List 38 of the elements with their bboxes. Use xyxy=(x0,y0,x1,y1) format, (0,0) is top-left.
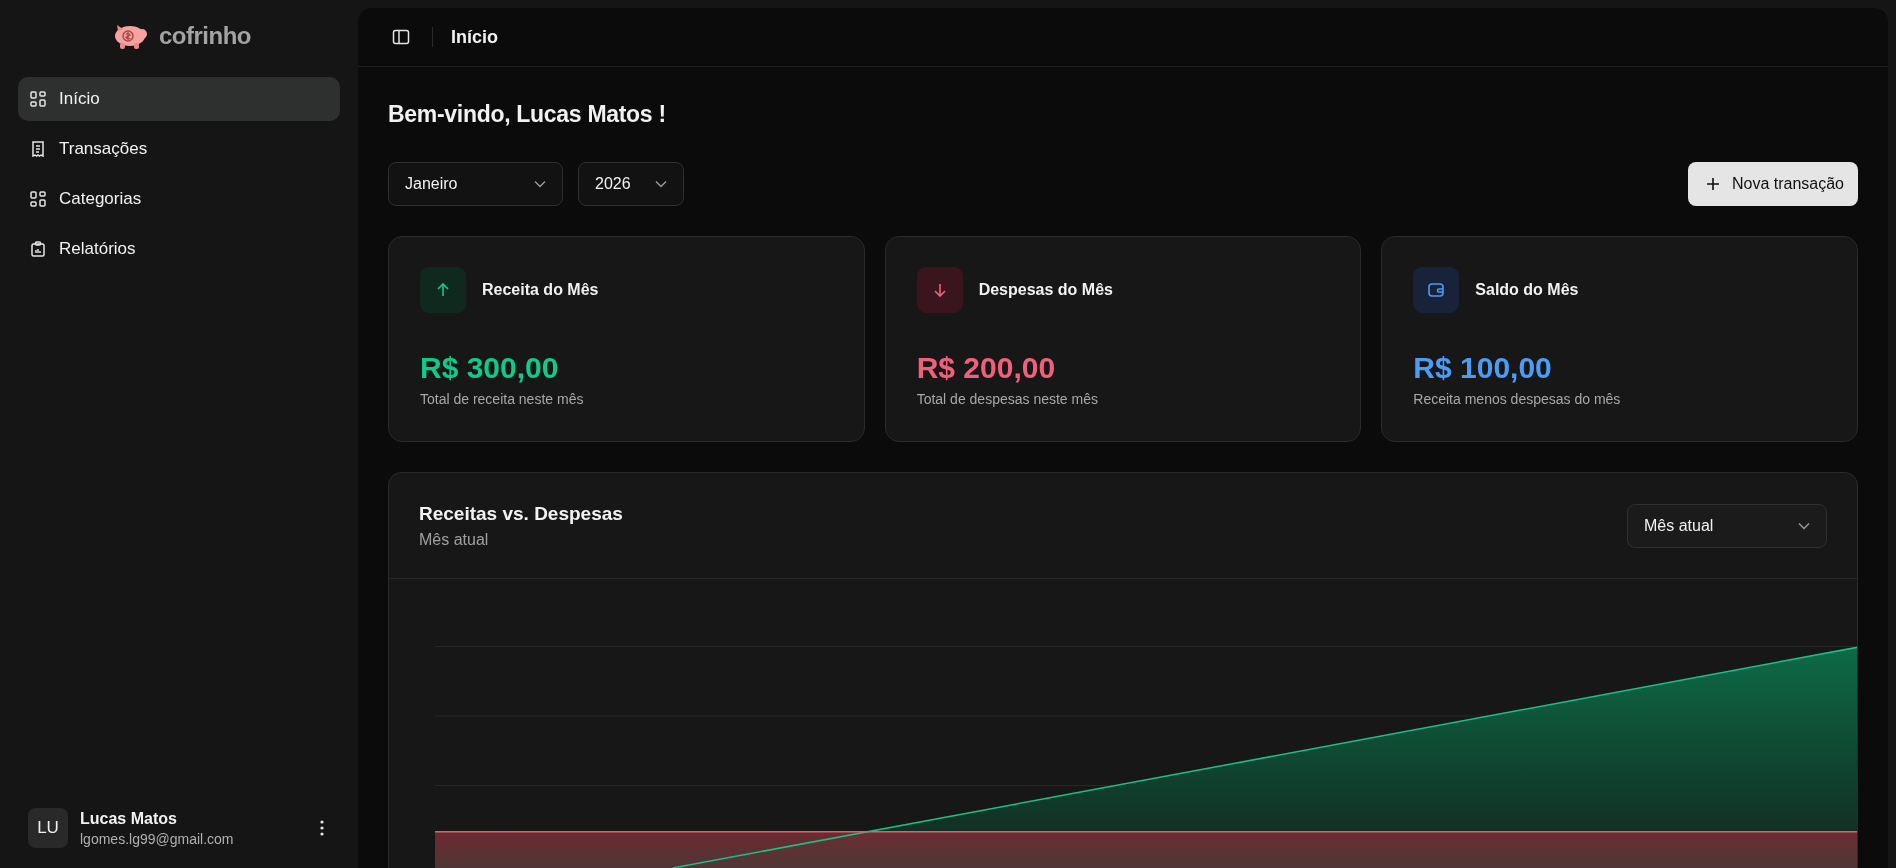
card-caption: Total de receita neste mês xyxy=(420,391,585,407)
more-options-icon xyxy=(320,820,324,836)
wallet-icon xyxy=(1427,281,1446,299)
clipboard-icon xyxy=(30,241,46,257)
chevron-down-icon xyxy=(654,180,667,188)
user-email: lgomes.lg99@gmail.com xyxy=(80,830,235,847)
sidebar-item[interactable]: Categorias xyxy=(18,177,340,221)
receipt-icon xyxy=(30,141,46,157)
sidebar-item[interactable]: Transações xyxy=(18,127,340,171)
welcome-heading: Bem-vindo, Lucas Matos ! xyxy=(388,101,667,128)
chevron-down-icon xyxy=(534,180,546,188)
sidebar-item[interactable]: Início xyxy=(18,77,340,121)
sidebar-icon xyxy=(392,28,410,46)
card-caption: Receita menos despesas do mês xyxy=(1413,391,1622,407)
amount-value: R$ 100,00 xyxy=(1413,351,1553,385)
chevron-down-icon xyxy=(1798,521,1810,530)
brand-name: cofrinho xyxy=(159,22,251,50)
page-title: Início xyxy=(451,26,498,48)
plus-icon xyxy=(1705,177,1720,191)
card-title: Despesas do Mês xyxy=(978,281,1113,299)
chart-subtitle: Mês atual xyxy=(419,530,490,549)
grid-icon xyxy=(30,191,46,207)
grid-icon xyxy=(30,91,46,107)
dropdown-select[interactable]: 2026 xyxy=(578,162,684,206)
arrow-up-icon xyxy=(435,282,451,298)
period-select[interactable]: Mês atual xyxy=(1627,503,1827,548)
card-title: Saldo do Mês xyxy=(1475,281,1579,299)
arrow-down-icon xyxy=(931,282,948,298)
user-name: Lucas Matos xyxy=(80,809,178,828)
sidebar-item[interactable]: Relatórios xyxy=(18,227,340,271)
amount-value: R$ 200,00 xyxy=(916,351,1057,385)
card-caption: Total de despesas neste mês xyxy=(916,391,1099,407)
card-title: Receita do Mês xyxy=(482,281,599,299)
amount-value: R$ 300,00 xyxy=(420,351,560,385)
chart-title: Receitas vs. Despesas xyxy=(419,502,623,525)
new-transaction-button[interactable]: Nova transação xyxy=(1687,162,1858,206)
dropdown-select[interactable]: Janeiro xyxy=(388,162,563,206)
user-avatar: LU xyxy=(28,808,68,848)
